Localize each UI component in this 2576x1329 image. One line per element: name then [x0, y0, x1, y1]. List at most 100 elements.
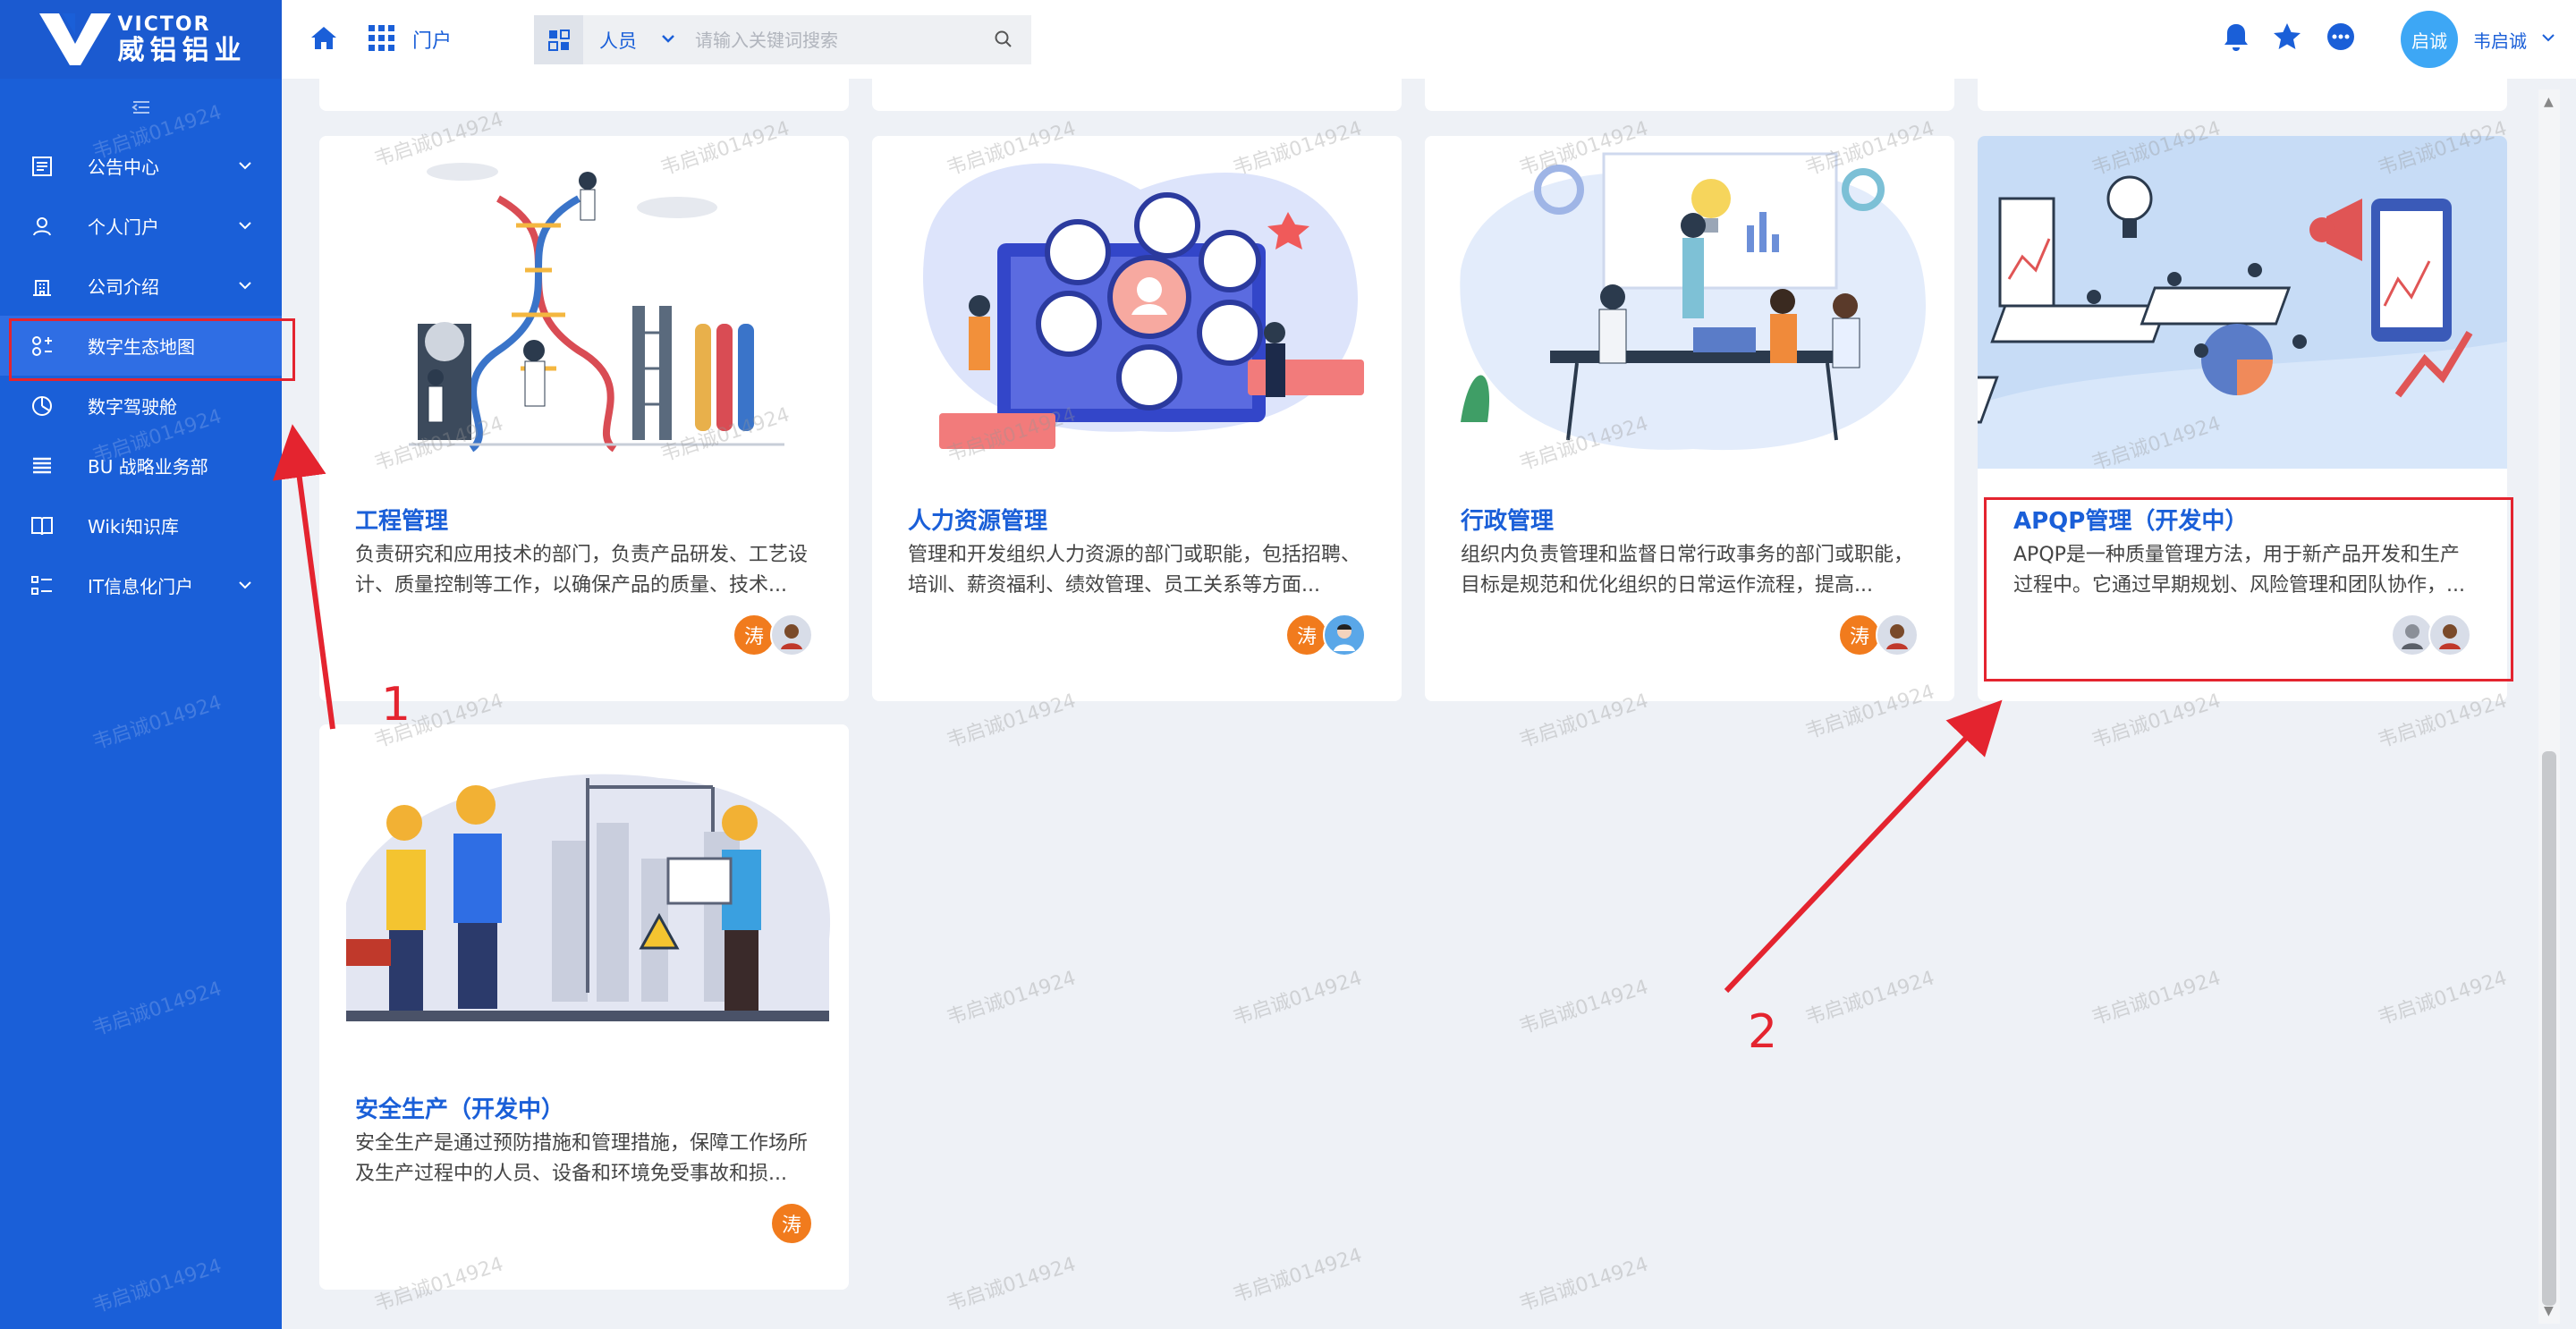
- card-title[interactable]: 安全生产（开发中）: [355, 1091, 564, 1124]
- card-title[interactable]: 工程管理: [355, 503, 448, 536]
- sidebar-item-label: BU 战略业务部: [88, 456, 208, 478]
- highlight-box-menu: [9, 318, 295, 381]
- sidebar-item-label: 公司介绍: [88, 276, 159, 298]
- bell-icon[interactable]: [2221, 21, 2251, 54]
- card-admin[interactable]: 行政管理 组织内负责管理和监督日常行政事务的部门或职能，目标是规范和优化组织的日…: [1425, 136, 1954, 701]
- sidebar-item-cockpit[interactable]: 数字驾驶舱: [0, 376, 282, 436]
- owner-avatar[interactable]: 涛: [1838, 614, 1881, 656]
- watermark: 韦启诚014924: [1516, 1253, 1651, 1316]
- card-description: 组织内负责管理和监督日常行政事务的部门或职能，目标是规范和优化组织的日常运作流程…: [1461, 544, 1914, 597]
- chevron-down-icon[interactable]: [659, 30, 677, 47]
- top-header: 门户 人员 启诚 韦启诚: [282, 0, 2576, 79]
- card-strip: [872, 79, 1402, 111]
- watermark: 韦启诚014924: [89, 691, 225, 755]
- watermark: 韦启诚014924: [1230, 1244, 1365, 1308]
- search-category-icon[interactable]: [534, 15, 583, 64]
- list-icon: [29, 453, 55, 479]
- watermark: 韦启诚014924: [2089, 967, 2224, 1030]
- card-description: 负责研究和应用技术的部门，负责产品研发、工艺设计、质量控制等工作，以确保产品的质…: [355, 544, 809, 597]
- brand-name-en: VICTOR: [117, 13, 211, 36]
- sidebar: VICTOR 威铝铝业 公告中心 个人门户 公司介绍 数字生态地图 数字驾驶舱 …: [0, 0, 282, 1329]
- watermark: 韦启诚014924: [944, 1253, 1079, 1316]
- portal-label[interactable]: 门户: [412, 25, 452, 54]
- card-description: 管理和开发组织人力资源的部门或职能，包括招聘、培训、薪资福利、绩效管理、员工关系…: [908, 544, 1361, 597]
- notice-icon: [29, 153, 55, 180]
- sidebar-item-bu[interactable]: BU 战略业务部: [0, 436, 282, 495]
- chevron-down-icon: [239, 162, 251, 170]
- dashboard-icon: [29, 393, 55, 419]
- card-strip: [1978, 79, 2507, 111]
- watermark: 韦启诚014924: [944, 967, 1079, 1030]
- search-bar: 人员: [534, 15, 1031, 64]
- sidebar-item-label: IT信息化门户: [88, 576, 194, 597]
- card-safety[interactable]: 安全生产（开发中） 安全生产是通过预防措施和管理措施，保障工作场所及生产过程中的…: [319, 724, 849, 1290]
- sidebar-item-personal[interactable]: 个人门户: [0, 196, 282, 256]
- card-hr[interactable]: 人力资源管理 管理和开发组织人力资源的部门或职能，包括招聘、培训、薪资福利、绩效…: [872, 136, 1402, 701]
- owner-avatar-photo[interactable]: [1323, 614, 1366, 656]
- card-strip: [319, 79, 849, 111]
- chevron-down-icon: [239, 222, 251, 230]
- card-owners: 涛: [1838, 614, 1919, 656]
- highlight-box-card: [1984, 497, 2513, 681]
- chevron-down-icon: [239, 581, 251, 589]
- home-icon[interactable]: [309, 23, 339, 54]
- scroll-up-icon[interactable]: ▲: [2544, 95, 2554, 109]
- sidebar-item-wiki[interactable]: Wiki知识库: [0, 495, 282, 555]
- card-owners: 涛: [1285, 614, 1366, 656]
- chevron-down-icon: [239, 282, 251, 290]
- search-icon[interactable]: [994, 30, 1013, 49]
- building-icon: [29, 273, 55, 300]
- admin-illustration: [1425, 136, 1954, 469]
- vertical-scrollbar[interactable]: ▲ ▼: [2538, 89, 2560, 1324]
- sidebar-item-label: 个人门户: [88, 216, 159, 238]
- scroll-down-icon[interactable]: ▼: [2544, 1304, 2554, 1318]
- sidebar-item-label: Wiki知识库: [88, 516, 180, 538]
- owner-avatar-photo[interactable]: [770, 614, 813, 656]
- scroll-thumb[interactable]: [2542, 751, 2556, 1306]
- owner-avatar-photo[interactable]: [1876, 614, 1919, 656]
- card-description: 安全生产是通过预防措施和管理措施，保障工作场所及生产过程中的人员、设备和环境免受…: [355, 1132, 809, 1185]
- card-title[interactable]: 行政管理: [1461, 503, 1554, 536]
- sidebar-item-label: 公告中心: [88, 157, 159, 178]
- user-avatar[interactable]: 启诚: [2401, 11, 2458, 68]
- sidebar-item-company[interactable]: 公司介绍: [0, 256, 282, 316]
- collapse-menu-icon[interactable]: [0, 79, 282, 136]
- sidebar-item-notice[interactable]: 公告中心: [0, 136, 282, 196]
- search-input[interactable]: [684, 15, 988, 64]
- card-owners: 涛: [733, 614, 813, 656]
- victor-logo-icon: [38, 13, 111, 65]
- watermark: 韦启诚014924: [1516, 976, 1651, 1039]
- grid-list-icon: [29, 572, 55, 599]
- search-scope-select[interactable]: 人员: [599, 27, 637, 54]
- more-icon[interactable]: [2326, 21, 2356, 52]
- book-icon: [29, 512, 55, 539]
- username[interactable]: 韦启诚: [2473, 27, 2527, 53]
- sidebar-item-it-portal[interactable]: IT信息化门户: [0, 555, 282, 615]
- owner-avatar[interactable]: 涛: [1285, 614, 1328, 656]
- card-engineering[interactable]: 工程管理 负责研究和应用技术的部门，负责产品研发、工艺设计、质量控制等工作，以确…: [319, 136, 849, 701]
- person-icon: [29, 213, 55, 240]
- apps-grid-icon[interactable]: [367, 23, 397, 54]
- annotation-label-2: 2: [1748, 1005, 1778, 1059]
- watermark: 韦启诚014924: [89, 978, 225, 1041]
- main-content: 工程管理 负责研究和应用技术的部门，负责产品研发、工艺设计、质量控制等工作，以确…: [282, 79, 2536, 1322]
- watermark: 韦启诚014924: [1802, 967, 1937, 1030]
- safety-illustration: [319, 724, 849, 1057]
- engineering-illustration: [319, 136, 849, 469]
- owner-avatar[interactable]: 涛: [770, 1202, 813, 1245]
- annotation-label-1: 1: [381, 678, 411, 732]
- owner-avatar[interactable]: 涛: [733, 614, 775, 656]
- card-owners: 涛: [770, 1202, 813, 1245]
- sidebar-item-label: 数字驾驶舱: [88, 396, 177, 418]
- watermark: 韦启诚014924: [2375, 967, 2510, 1030]
- card-strip: [1425, 79, 1954, 111]
- watermark: 韦启诚014924: [89, 1255, 225, 1318]
- star-icon[interactable]: [2272, 21, 2302, 52]
- card-title[interactable]: 人力资源管理: [908, 503, 1047, 536]
- brand-name-cn: 威铝铝业: [117, 34, 247, 66]
- hr-illustration: [872, 136, 1402, 469]
- brand-logo[interactable]: VICTOR 威铝铝业: [0, 0, 282, 79]
- watermark: 韦启诚014924: [1230, 967, 1365, 1030]
- chevron-down-icon[interactable]: [2539, 29, 2557, 47]
- apqp-illustration: [1978, 136, 2507, 469]
